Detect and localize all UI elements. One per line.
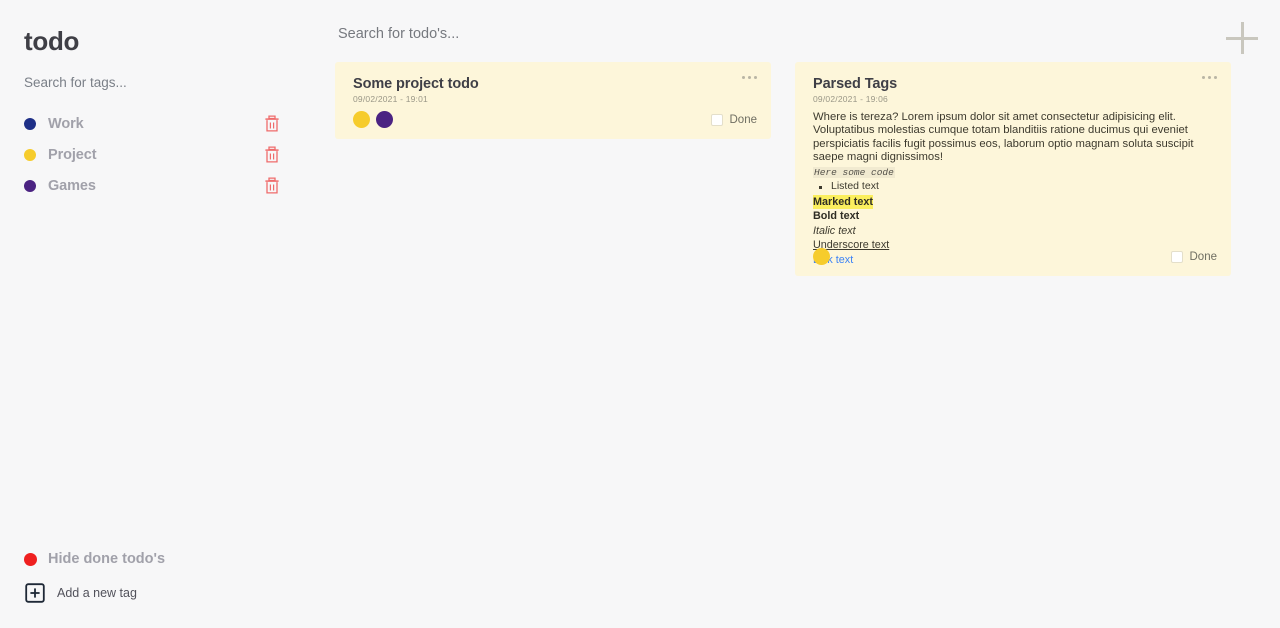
card-bullet-list: Listed text	[813, 180, 1213, 193]
todo-card[interactable]: Some project todo 09/02/2021 - 19:01 Don…	[335, 62, 771, 139]
plus-square-icon	[25, 583, 45, 603]
todo-card[interactable]: Parsed Tags 09/02/2021 - 19:06 Where is …	[795, 62, 1231, 276]
done-checkbox[interactable]	[710, 113, 723, 126]
card-tag-dot[interactable]	[353, 111, 370, 128]
card-title: Some project todo	[353, 76, 479, 92]
card-body: Where is tereza? Lorem ipsum dolor sit a…	[813, 111, 1213, 267]
add-tag-label: Add a new tag	[57, 586, 137, 600]
sidebar-tag-games[interactable]: Games	[0, 170, 320, 201]
ellipsis-icon[interactable]	[1202, 76, 1217, 79]
sidebar-tag-work[interactable]: Work	[0, 108, 320, 139]
tag-color-dot	[24, 179, 36, 192]
card-timestamp: 09/02/2021 - 19:01	[353, 94, 428, 104]
status-dot	[24, 552, 37, 566]
card-bold-text: Bold text	[813, 210, 860, 223]
hide-done-todos-toggle[interactable]: Hide done todo's	[24, 551, 165, 567]
done-label: Done	[1189, 250, 1218, 263]
card-code-text: Here some code	[813, 167, 895, 179]
card-footer: Done	[353, 111, 757, 128]
trash-icon[interactable]	[264, 145, 280, 163]
done-label: Done	[729, 113, 758, 126]
card-tag-dot[interactable]	[813, 248, 830, 265]
trash-icon[interactable]	[264, 114, 280, 132]
card-title: Parsed Tags	[813, 76, 898, 92]
done-checkbox-group[interactable]: Done	[1170, 250, 1218, 263]
tag-label: Project	[48, 146, 97, 163]
done-checkbox-group[interactable]: Done	[710, 113, 758, 126]
card-timestamp: 09/02/2021 - 19:06	[813, 94, 888, 104]
card-tag-dots	[813, 248, 830, 265]
card-italic-text: Italic text	[813, 224, 856, 237]
tag-search-input[interactable]	[24, 75, 254, 90]
tag-list: Work Project Games	[0, 108, 320, 201]
todo-search-input[interactable]	[338, 26, 758, 42]
todo-app: todo Work Project	[0, 0, 1280, 628]
trash-icon[interactable]	[264, 176, 280, 194]
card-marked-text: Marked text	[813, 195, 874, 210]
add-todo-plus-icon[interactable]	[1226, 22, 1258, 54]
card-footer: Done	[813, 248, 1217, 265]
app-title: todo	[24, 26, 80, 56]
card-paragraph: Where is tereza? Lorem ipsum dolor sit a…	[813, 111, 1194, 163]
sidebar: todo Work Project	[0, 0, 320, 628]
sidebar-tag-project[interactable]: Project	[0, 139, 320, 170]
card-tag-dot[interactable]	[376, 111, 393, 128]
done-checkbox[interactable]	[1170, 250, 1183, 263]
ellipsis-icon[interactable]	[742, 76, 757, 79]
add-new-tag-button[interactable]: Add a new tag	[25, 583, 137, 603]
hide-done-label: Hide done todo's	[48, 551, 166, 567]
tag-color-dot	[24, 148, 36, 161]
card-tag-dots	[353, 111, 393, 128]
tag-label: Work	[48, 115, 84, 132]
tag-label: Games	[48, 177, 96, 194]
tag-color-dot	[24, 117, 36, 130]
list-item: Listed text	[813, 180, 1213, 193]
